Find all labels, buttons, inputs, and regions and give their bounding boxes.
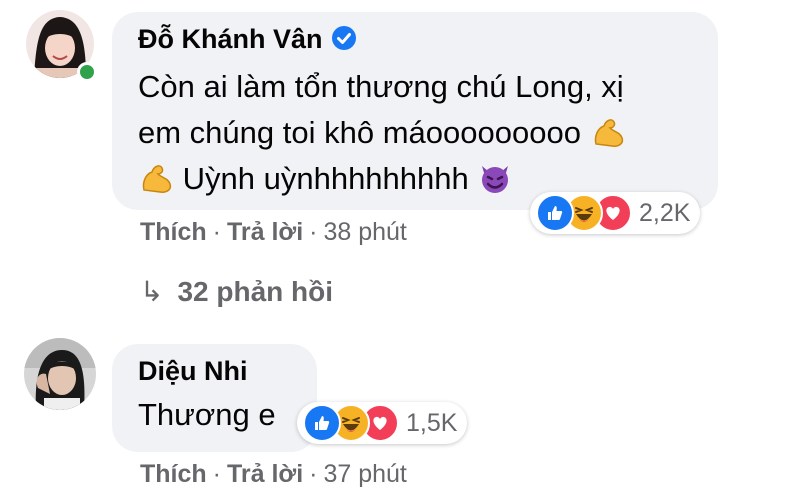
like-icon <box>303 404 341 442</box>
timestamp[interactable]: 37 phút <box>323 460 406 488</box>
like-icon <box>536 194 574 232</box>
comment-line-2: em chúng toi khô máooooooooo <box>138 110 626 156</box>
reaction-summary[interactable]: 2,2K <box>530 192 701 234</box>
like-link[interactable]: Thích <box>140 218 207 246</box>
avatar[interactable] <box>24 338 96 410</box>
reply-link[interactable]: Trả lời <box>227 218 303 246</box>
reply-link[interactable]: Trả lời <box>227 460 303 488</box>
author-name[interactable]: Đỗ Khánh Vân <box>138 24 323 54</box>
avatar-image <box>24 338 96 410</box>
reaction-summary[interactable]: 1,5K <box>297 402 468 444</box>
comment-author[interactable]: Đỗ Khánh Vân <box>138 24 357 55</box>
like-link[interactable]: Thích <box>140 460 207 488</box>
comment-text: Còn ai làm tổn thương chú Long, xị em ch… <box>138 64 626 202</box>
smiling-devil-emoji-icon <box>482 166 509 193</box>
comment-text: Thương e <box>138 397 276 432</box>
online-status-dot <box>77 62 97 82</box>
comment-author[interactable]: Diệu Nhi <box>138 356 248 387</box>
verified-badge-icon <box>331 26 356 50</box>
comment-line: Còn ai làm tổn thương chú Long, xị <box>138 69 624 104</box>
flexed-biceps-emoji-icon <box>594 119 623 147</box>
reaction-count: 2,2K <box>639 198 691 227</box>
comment-actions: Thích · Trả lời · 37 phút <box>140 460 407 488</box>
view-replies-link[interactable]: ↳ 32 phản hồi <box>140 275 333 308</box>
timestamp[interactable]: 38 phút <box>323 218 406 246</box>
comment-actions: Thích · Trả lời · 38 phút <box>140 218 407 246</box>
flexed-biceps-emoji-icon <box>142 165 172 193</box>
reply-arrow-icon: ↳ <box>140 276 164 307</box>
replies-count[interactable]: 32 phản hồi <box>177 276 333 307</box>
reaction-count: 1,5K <box>406 408 458 437</box>
